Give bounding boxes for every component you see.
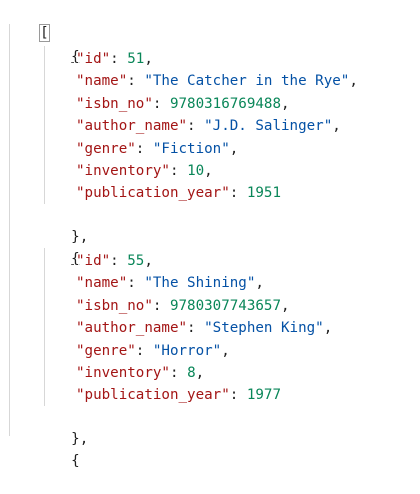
json-number-value: 51 bbox=[127, 51, 145, 67]
json-comma: , bbox=[195, 365, 205, 381]
json-comma: , bbox=[323, 320, 333, 337]
json-comma: , bbox=[204, 163, 213, 179]
json-key: "publication_year" bbox=[76, 387, 230, 404]
json-colon: : bbox=[229, 185, 247, 202]
json-field-line: "author_name": "Stephen King", bbox=[76, 317, 332, 339]
json-key: "author_name" bbox=[76, 118, 188, 135]
json-key: "id" bbox=[76, 51, 111, 67]
json-key: "inventory" bbox=[76, 163, 170, 179]
json-colon: : bbox=[229, 387, 247, 404]
json-string-value: "J.D. Salinger" bbox=[204, 118, 333, 135]
json-string-value: "The Shining" bbox=[144, 275, 256, 292]
json-comma: , bbox=[221, 342, 230, 359]
json-string-value: "Horror" bbox=[152, 342, 222, 359]
json-field-line: "isbn_no": 9780316769488, bbox=[76, 93, 290, 115]
code-line: { bbox=[37, 428, 80, 469]
json-string-value: "Fiction" bbox=[152, 140, 230, 157]
json-field-line: "id": 51, bbox=[76, 48, 153, 70]
json-comma: , bbox=[332, 118, 341, 135]
code-line: { bbox=[37, 226, 80, 267]
code-line: [ bbox=[2, 0, 50, 42]
indent-guide bbox=[9, 24, 10, 436]
json-field-line: "publication_year": 1951 bbox=[76, 182, 281, 204]
json-comma: , bbox=[144, 253, 153, 269]
json-number-value: 9780307743657 bbox=[169, 297, 282, 314]
json-number-value: 10 bbox=[187, 163, 205, 179]
json-colon: : bbox=[110, 253, 128, 269]
json-field-line: "name": "The Catcher in the Rye", bbox=[76, 70, 358, 92]
json-number-value: 8 bbox=[187, 365, 196, 381]
json-colon: : bbox=[152, 95, 170, 112]
json-key: "id" bbox=[76, 253, 111, 269]
json-field-line: "name": "The Shining", bbox=[76, 272, 264, 294]
json-key: "inventory" bbox=[76, 365, 170, 381]
object-open-brace: { bbox=[71, 453, 80, 469]
json-key: "isbn_no" bbox=[76, 95, 153, 112]
json-comma: , bbox=[281, 95, 290, 112]
json-comma: , bbox=[255, 275, 264, 292]
json-field-line: "author_name": "J.D. Salinger", bbox=[76, 115, 341, 137]
code-line: { bbox=[37, 24, 80, 65]
json-number-value: 1977 bbox=[246, 387, 282, 404]
json-field-line: "genre": "Fiction", bbox=[76, 138, 238, 160]
json-field-line: "inventory": 10, bbox=[76, 160, 213, 182]
code-line: }, bbox=[37, 204, 88, 245]
json-colon: : bbox=[135, 342, 153, 359]
json-field-line: "id": 55, bbox=[76, 250, 153, 272]
json-field-line: "isbn_no": 9780307743657, bbox=[76, 295, 290, 317]
json-comma: , bbox=[349, 73, 358, 90]
json-key: "name" bbox=[76, 275, 128, 292]
json-comma: , bbox=[281, 297, 290, 314]
json-number-value: 55 bbox=[127, 253, 145, 269]
json-colon: : bbox=[135, 140, 153, 157]
json-editor[interactable]: [ { "id": 51, "name": "The Catcher in the… bbox=[0, 0, 420, 469]
json-colon: : bbox=[127, 275, 145, 292]
json-number-value: 9780316769488 bbox=[169, 95, 282, 112]
json-key: "genre" bbox=[76, 140, 136, 157]
code-line: }, bbox=[37, 406, 88, 447]
json-comma: , bbox=[229, 140, 239, 157]
json-field-line: "genre": "Horror", bbox=[76, 340, 230, 362]
json-colon: : bbox=[169, 163, 188, 179]
json-field-line: "inventory": 8, bbox=[76, 362, 204, 384]
json-colon: : bbox=[169, 365, 188, 381]
json-comma: , bbox=[144, 51, 153, 67]
json-string-value: "The Catcher in the Rye" bbox=[144, 73, 350, 90]
json-colon: : bbox=[127, 73, 145, 90]
json-key: "publication_year" bbox=[76, 185, 230, 202]
json-string-value: "Stephen King" bbox=[204, 320, 324, 337]
json-key: "author_name" bbox=[76, 320, 188, 337]
json-key: "name" bbox=[76, 73, 128, 90]
json-colon: : bbox=[187, 118, 205, 135]
json-field-line: "publication_year": 1977 bbox=[76, 384, 281, 406]
json-colon: : bbox=[187, 320, 205, 337]
json-key: "isbn_no" bbox=[76, 297, 153, 314]
json-colon: : bbox=[110, 51, 128, 67]
json-colon: : bbox=[152, 297, 170, 314]
json-key: "genre" bbox=[76, 342, 136, 359]
json-number-value: 1951 bbox=[246, 185, 282, 202]
